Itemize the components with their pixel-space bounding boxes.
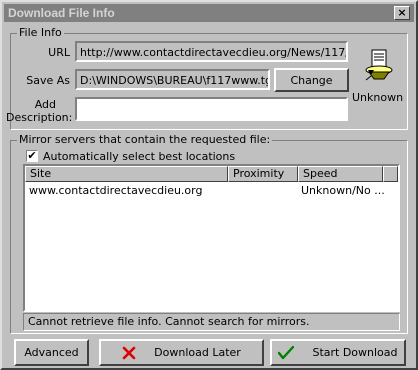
change-button[interactable]: Change — [274, 68, 349, 92]
download-later-button[interactable]: Download Later — [99, 339, 264, 366]
column-header-proximity[interactable]: Proximity — [228, 166, 298, 182]
red-x-icon — [122, 346, 136, 359]
green-check-icon — [278, 345, 295, 359]
url-label: URL — [48, 46, 70, 59]
close-button[interactable]: × — [394, 6, 410, 20]
mirror-status-bar: Cannot retrieve file info. Cannot search… — [23, 313, 400, 331]
download-file-info-dialog: Download File Info × File Info URL http:… — [0, 0, 418, 370]
window-title: Download File Info — [8, 6, 115, 20]
description-input[interactable] — [75, 97, 348, 121]
file-category-icon — [365, 49, 393, 81]
mirror-list[interactable]: Site Proximity Speed www.contactdirectav… — [23, 164, 400, 312]
file-info-legend: File Info — [17, 26, 64, 39]
category-label: Unknown — [352, 91, 404, 104]
row-site: www.contactdirectavecdieu.org — [29, 184, 203, 197]
auto-select-checkbox[interactable]: ✔ — [26, 150, 38, 162]
download-later-label: Download Later — [154, 346, 241, 359]
mirrors-legend: Mirror servers that contain the requeste… — [17, 133, 273, 146]
start-download-button[interactable]: Start Download — [270, 339, 406, 366]
column-header-speed[interactable]: Speed — [298, 166, 383, 182]
row-speed: Unknown/No ... — [301, 184, 385, 197]
description-label-line1: Add — [34, 98, 56, 111]
advanced-button[interactable]: Advanced — [14, 339, 89, 366]
advanced-button-label: Advanced — [24, 346, 79, 359]
url-field[interactable]: http://www.contactdirectavecdieu.org/New… — [75, 41, 348, 62]
column-header-site[interactable]: Site — [25, 166, 228, 182]
checkmark-icon: ✔ — [27, 149, 37, 162]
change-button-label: Change — [290, 73, 333, 87]
start-download-label: Start Download — [312, 346, 398, 359]
close-icon: × — [397, 6, 407, 19]
auto-select-label[interactable]: Automatically select best locations — [43, 150, 235, 163]
save-as-field[interactable]: D:\WINDOWS\BUREAU\f117www.tg — [75, 69, 270, 90]
title-bar[interactable]: Download File Info × — [4, 4, 414, 22]
save-as-label: Save As — [26, 74, 70, 87]
column-header-filler — [383, 166, 398, 182]
description-label-line2: Description: — [6, 111, 73, 124]
